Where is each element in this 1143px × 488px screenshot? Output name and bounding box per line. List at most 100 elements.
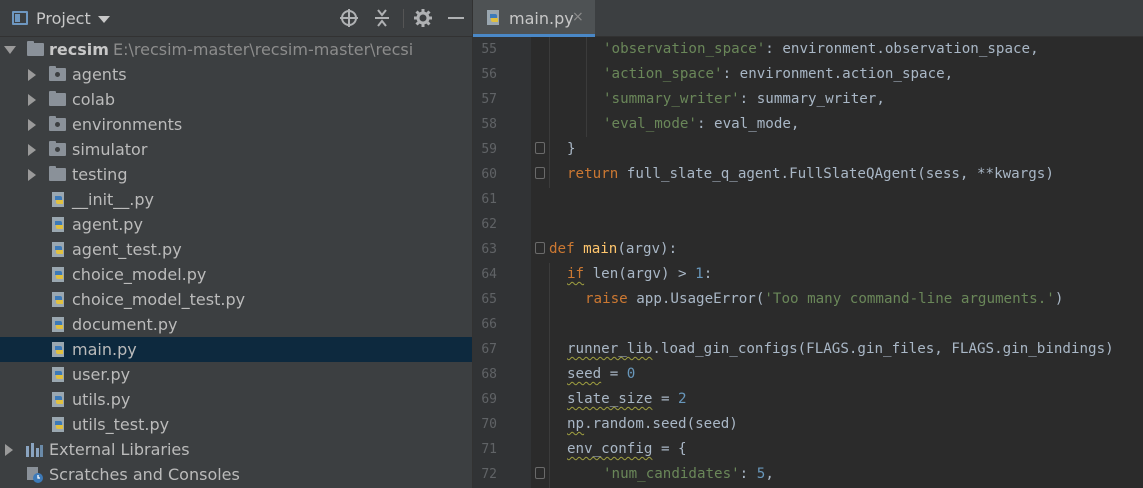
tree-file[interactable]: utils.py (0, 387, 472, 412)
chevron-right-icon[interactable] (28, 169, 36, 181)
tab-label: main.py (509, 9, 574, 28)
library-icon (26, 443, 43, 457)
project-title[interactable]: Project (36, 9, 91, 28)
fold-marker-icon[interactable] (535, 467, 545, 479)
tree-external-libraries[interactable]: External Libraries (0, 437, 472, 462)
tree-file[interactable]: agent_test.py (0, 237, 472, 262)
tree-file[interactable]: user.py (0, 362, 472, 387)
package-folder-icon (49, 66, 66, 81)
folder-label: simulator (72, 140, 148, 159)
code-line-72: 'num_candidates': 5, (603, 462, 774, 487)
python-file-icon (52, 267, 64, 282)
code-text: = (652, 391, 679, 407)
code-text: app.UsageError( (627, 291, 765, 307)
keyword: return (567, 166, 619, 182)
python-file-icon (52, 292, 64, 307)
keyword: if (567, 266, 585, 282)
fold-marker-icon[interactable] (535, 242, 545, 254)
python-file-icon (52, 217, 64, 232)
code-line-58: 'eval_mode': eval_mode, (603, 112, 799, 137)
line-number: 71 (481, 442, 497, 457)
code-text: : environment.action_space, (722, 66, 954, 82)
tree-file[interactable]: utils_test.py (0, 412, 472, 437)
tree-file[interactable]: __init__.py (0, 187, 472, 212)
identifier: runner_lib (567, 341, 653, 357)
identifier: seed (567, 366, 602, 382)
tree-folder-agents[interactable]: agents (0, 62, 472, 87)
tree-folder-environments[interactable]: environments (0, 112, 472, 137)
code-text: : (703, 266, 713, 282)
chevron-right-icon[interactable] (28, 119, 36, 131)
identifier: np (567, 416, 585, 432)
number-literal: 2 (678, 391, 687, 407)
python-file-icon (52, 192, 64, 207)
line-number: 56 (481, 67, 497, 82)
package-folder-icon (49, 116, 66, 131)
line-number: 65 (481, 292, 497, 307)
keyword: raise (585, 291, 628, 307)
code-line-68: seed = 0 (567, 362, 635, 387)
tab-main-py[interactable]: main.py × (473, 0, 595, 37)
chevron-right-icon[interactable] (5, 444, 13, 456)
chevron-down-icon[interactable] (98, 16, 110, 23)
string-literal: 'eval_mode' (603, 116, 697, 132)
python-file-icon (52, 417, 64, 432)
line-number: 66 (481, 317, 497, 332)
file-label: agent_test.py (72, 240, 182, 259)
code-text: , (765, 466, 774, 482)
root-folder-name: recsim (49, 40, 109, 59)
file-label: document.py (72, 315, 178, 334)
chevron-right-icon[interactable] (28, 69, 36, 81)
gear-icon[interactable] (413, 8, 433, 28)
code-line-56: 'action_space': environment.action_space… (603, 62, 953, 87)
line-number: 60 (481, 167, 497, 182)
code-text: .load_gin_configs(FLAGS.gin_files, FLAGS… (652, 341, 1114, 357)
python-file-icon (52, 242, 64, 257)
fold-marker-icon[interactable] (535, 142, 545, 154)
tree-folder-testing[interactable]: testing (0, 162, 472, 187)
tree-file[interactable]: agent.py (0, 212, 472, 237)
tree-folder-colab[interactable]: colab (0, 87, 472, 112)
identifier: env_config (567, 441, 653, 457)
minimize-icon[interactable] (446, 8, 466, 28)
string-literal: 'action_space' (603, 66, 723, 82)
code-text: = (601, 366, 627, 382)
python-file-icon (52, 392, 64, 407)
code-line-63: def main(argv): (549, 237, 677, 262)
code-text: len(argv) > (584, 266, 696, 282)
chevron-down-icon[interactable] (4, 46, 16, 54)
code-area[interactable]: 'observation_space': environment.observa… (531, 37, 1143, 488)
header-divider (403, 9, 404, 28)
folder-label: colab (72, 90, 115, 109)
close-icon[interactable]: × (572, 9, 584, 25)
indent-guide (586, 37, 587, 137)
string-literal: 'observation_space' (603, 41, 766, 57)
folder-icon (27, 41, 44, 56)
file-label: choice_model_test.py (72, 290, 246, 309)
line-number: 59 (481, 142, 497, 157)
tree-file[interactable]: choice_model_test.py (0, 287, 472, 312)
chevron-right-icon[interactable] (28, 144, 36, 156)
indent-guide (549, 263, 550, 488)
code-text: : eval_mode, (696, 116, 800, 132)
python-file-icon (487, 10, 499, 25)
tree-file[interactable]: document.py (0, 312, 472, 337)
tree-file[interactable]: choice_model.py (0, 262, 472, 287)
project-tool-window: Project recsim E:\recsim-master\recsim-m… (0, 0, 472, 488)
tree-root-recsim[interactable]: recsim E:\recsim-master\recsim-master\re… (0, 37, 472, 62)
crosshair-icon[interactable] (339, 8, 359, 28)
tree-file-selected[interactable]: main.py (0, 337, 472, 362)
code-line-70: np.random.seed(seed) (567, 412, 738, 437)
tree-folder-simulator[interactable]: simulator (0, 137, 472, 162)
fold-marker-icon[interactable] (535, 167, 545, 179)
line-number: 61 (481, 192, 497, 207)
python-file-icon (52, 342, 64, 357)
code-line-67: runner_lib.load_gin_configs(FLAGS.gin_fi… (567, 337, 1114, 362)
code-text: .random.seed(seed) (584, 416, 738, 432)
line-number: 68 (481, 367, 497, 382)
tree-scratches-consoles[interactable]: Scratches and Consoles (0, 462, 472, 487)
folder-icon (49, 91, 66, 106)
chevron-right-icon[interactable] (28, 94, 36, 106)
identifier: slate_size (567, 391, 653, 407)
collapse-all-icon[interactable] (372, 8, 392, 28)
